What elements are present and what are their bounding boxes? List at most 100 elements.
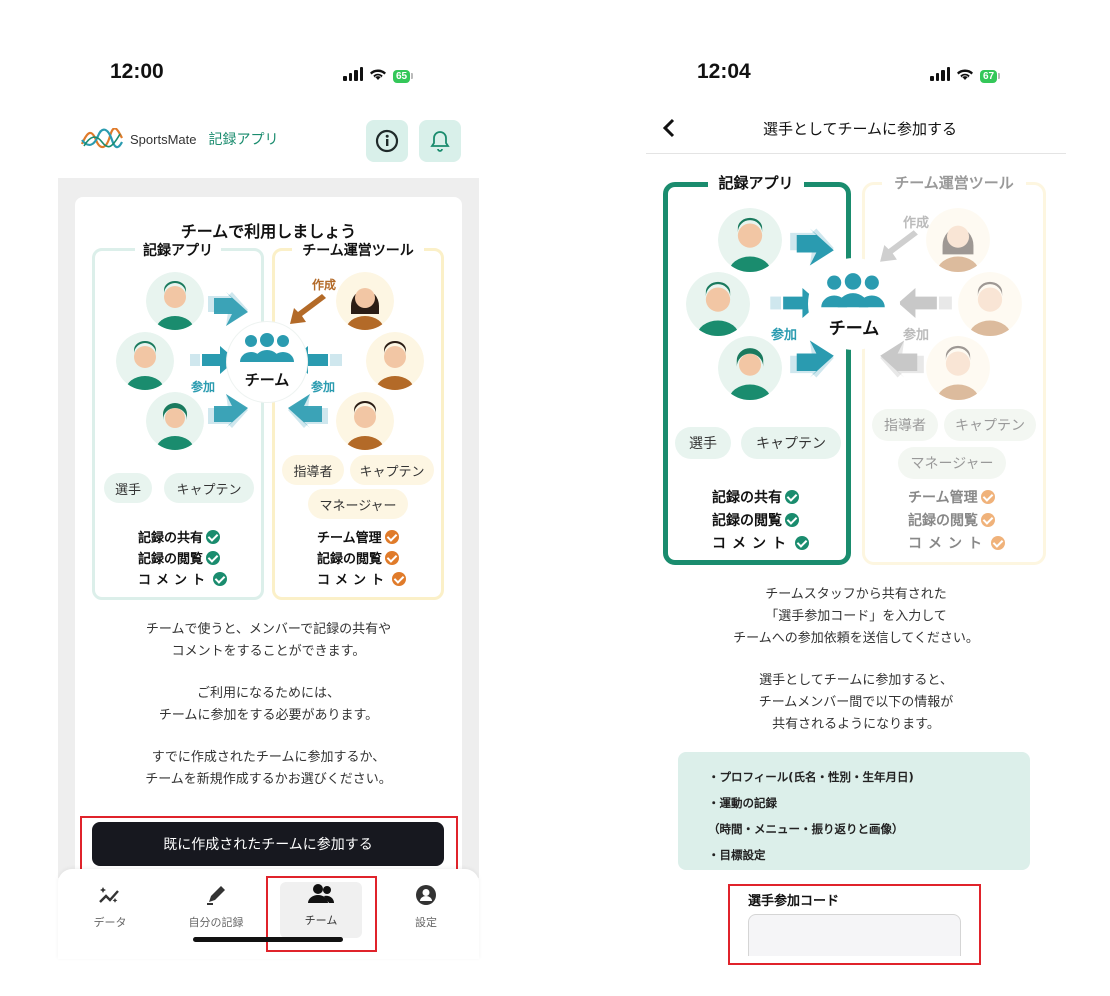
player-avatar-icon: [146, 272, 204, 330]
arrow-icon: [208, 394, 248, 428]
account-icon: [416, 885, 436, 905]
team-label: チーム: [244, 371, 290, 389]
check-icon: [785, 513, 799, 527]
feature-item: コメント: [712, 533, 809, 553]
check-icon: [213, 572, 228, 586]
arrow-icon: [790, 228, 834, 266]
status-icons: 65: [343, 64, 414, 83]
check-icon: [206, 530, 221, 544]
tab-settings[interactable]: 設定: [394, 884, 458, 930]
role-pill: キャプテン: [164, 473, 254, 503]
header-divider: [646, 153, 1066, 154]
feature-item: 記録の閲覧: [317, 548, 400, 567]
feature-item: 記録の閲覧: [712, 510, 799, 530]
role-pill: キャプテン: [741, 427, 841, 459]
role-pill: マネージャー: [898, 447, 1006, 479]
arrow-icon: [288, 394, 328, 428]
staff-avatar-icon: [336, 392, 394, 450]
battery-icon: 65: [393, 64, 414, 83]
check-icon: [980, 490, 995, 504]
check-icon: [206, 551, 221, 565]
bell-icon: [430, 131, 450, 152]
info-line: ・運動の記録: [708, 796, 777, 810]
feature-item: コメント: [317, 569, 407, 588]
sparkle-chart-icon: [99, 887, 119, 903]
staff-avatar-icon: [366, 332, 424, 390]
page-title: 選手としてチームに参加する: [762, 120, 958, 138]
role-pill: 選手: [675, 427, 731, 459]
panel-left-title: 記録アプリ: [135, 240, 221, 260]
wifi-icon: [370, 68, 386, 80]
panel-right-title: チーム運営ツール: [292, 240, 424, 260]
player-avatar-icon: [146, 392, 204, 450]
back-chevron-icon[interactable]: [661, 118, 677, 138]
team-label: チーム: [828, 319, 880, 339]
feature-item: 記録の閲覧: [138, 548, 221, 567]
status-time: 12:00: [110, 60, 164, 83]
arrow-icon: [898, 288, 952, 318]
team-icon: [821, 273, 885, 308]
check-icon: [392, 572, 407, 586]
tab-my-records[interactable]: 自分の記録: [180, 884, 252, 930]
check-icon: [384, 530, 399, 544]
panel-right-title: チーム運営ツール: [882, 172, 1026, 193]
description: チームスタッフから共有された 「選手参加コード」を入力して チームへの参加依頼を送信…: [733, 587, 979, 732]
team-icon: [240, 333, 294, 362]
label-join: 参加: [903, 328, 930, 343]
role-pill: キャプテン: [944, 409, 1036, 441]
player-avatar-icon: [116, 332, 174, 390]
check-icon: [385, 551, 400, 565]
signal-icon: [930, 66, 950, 81]
staff-avatar-icon: [926, 208, 990, 272]
notification-button[interactable]: [419, 120, 461, 162]
info-button[interactable]: [366, 120, 408, 162]
panel-left-title: 記録アプリ: [708, 172, 804, 193]
tab-data[interactable]: データ: [78, 884, 142, 930]
staff-avatar-icon: [926, 336, 990, 400]
arrow-icon: [208, 292, 248, 326]
feature-item: コメント: [138, 569, 228, 588]
info-line: （時間・メニュー・振り返りと画像）: [708, 822, 904, 836]
app-name: 記録アプリ: [208, 132, 279, 148]
arrow-icon: [880, 340, 924, 378]
staff-avatar-icon: [958, 272, 1022, 336]
logo-text: SportsMate: [130, 131, 197, 147]
app-logo: SportsMate 記録アプリ: [80, 128, 278, 150]
label-join: 参加: [191, 380, 216, 394]
highlight-box: [728, 884, 981, 965]
description: チームで使うと、メンバーで記録の共有や コメントをすることができます。 ご利用にな…: [145, 622, 392, 787]
label-join: 参加: [311, 380, 336, 394]
role-pill: キャプテン: [350, 455, 434, 485]
wifi-icon: [957, 68, 973, 80]
feature-item: コメント: [908, 533, 1005, 553]
info-line: ・プロフィール(氏名・性別・生年月日): [708, 770, 914, 784]
sportsmate-logo-icon: [80, 128, 123, 149]
highlight-box: [80, 816, 458, 871]
staff-avatar-icon: [336, 272, 394, 330]
player-avatar-icon: [718, 336, 782, 400]
role-pill: 指導者: [872, 409, 938, 441]
pencil-icon: [207, 886, 225, 905]
role-pill: 指導者: [282, 455, 344, 485]
player-avatar-icon: [686, 272, 750, 336]
shared-info-box: ・プロフィール(氏名・性別・生年月日) ・運動の記録 （時間・メニュー・振り返り…: [678, 752, 1030, 870]
info-icon: [375, 129, 399, 153]
battery-icon: 67: [980, 64, 1001, 83]
status-time: 12:04: [697, 60, 751, 83]
label-join: 参加: [771, 328, 798, 343]
arrow-icon: [880, 230, 918, 262]
info-line: ・目標設定: [708, 848, 766, 862]
role-pill: 選手: [104, 473, 152, 503]
status-icons: 67: [930, 64, 1001, 83]
arrow-icon: [790, 340, 834, 378]
feature-item: 記録の共有: [712, 487, 799, 507]
feature-item: 記録の閲覧: [908, 510, 995, 530]
player-avatar-icon: [718, 208, 782, 272]
feature-item: チーム管理: [908, 487, 995, 507]
feature-item: 記録の共有: [138, 527, 221, 546]
arrow-icon: [290, 294, 326, 324]
check-icon: [991, 536, 1005, 550]
card-title: チームで利用しましょう: [180, 222, 357, 241]
check-icon: [795, 536, 809, 550]
signal-icon: [343, 66, 363, 81]
